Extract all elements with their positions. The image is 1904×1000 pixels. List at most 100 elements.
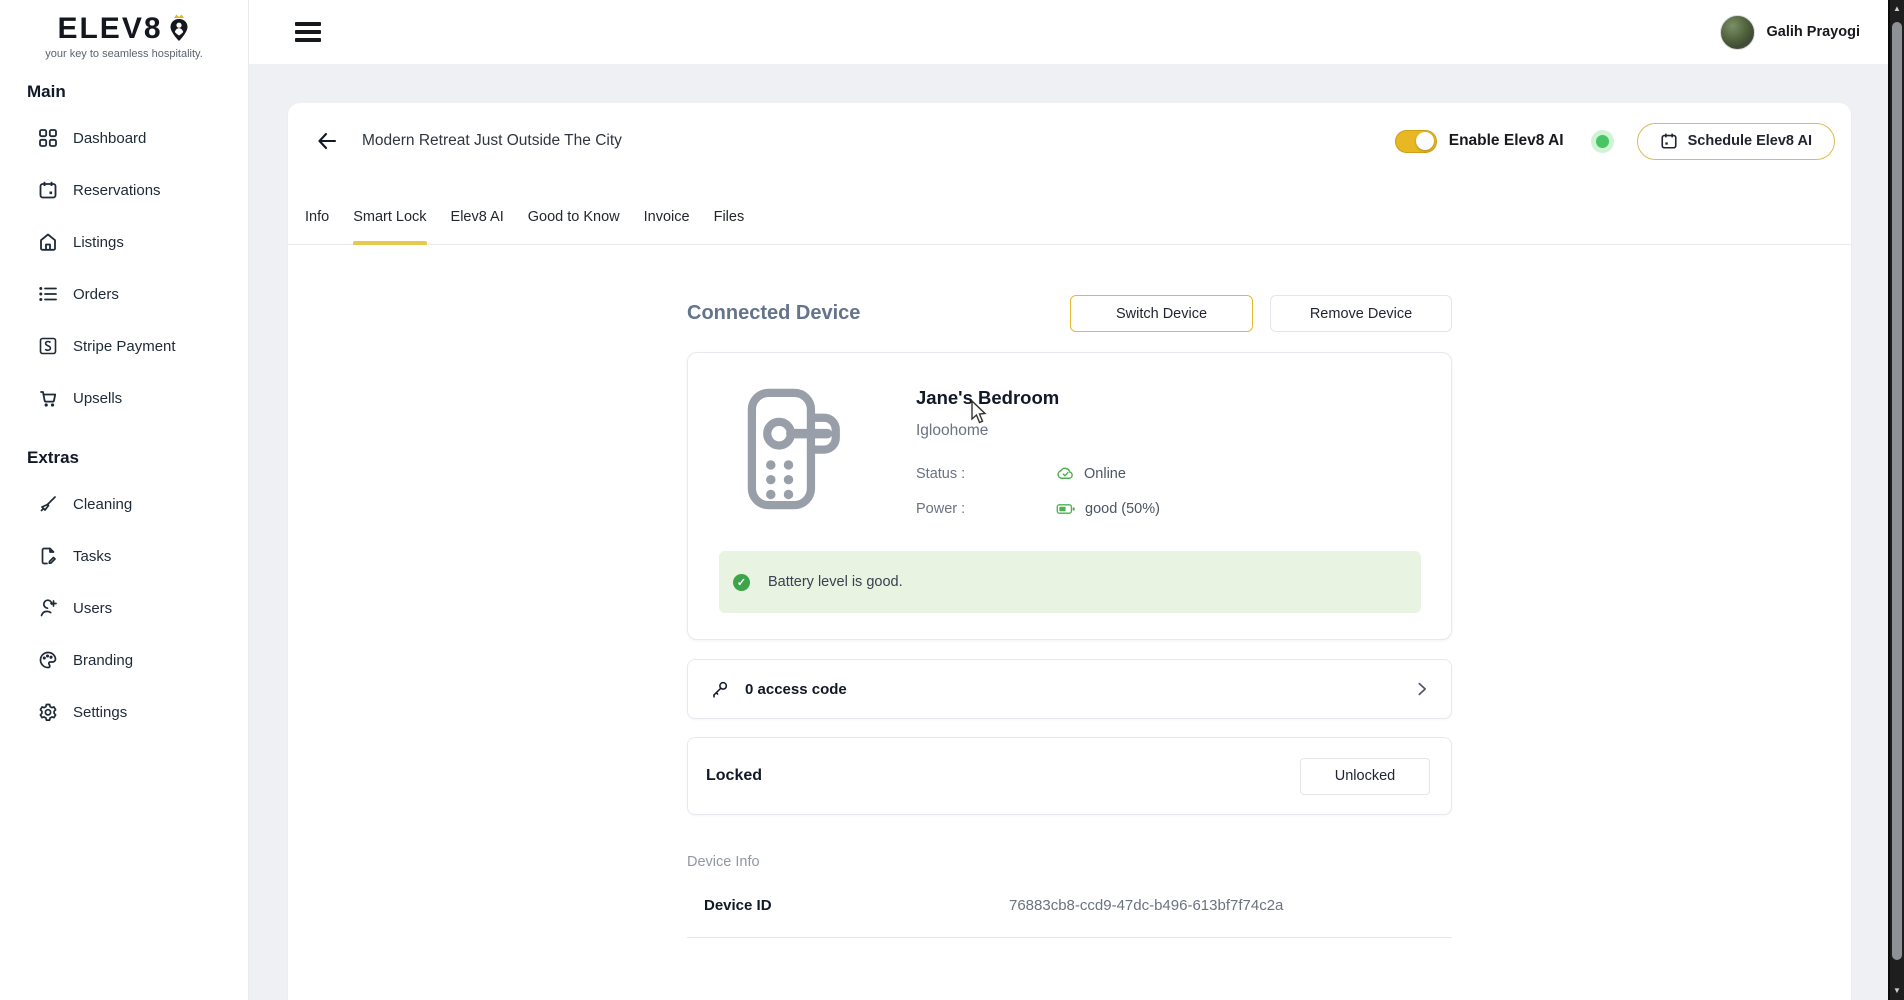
chevron-right-icon (1413, 680, 1431, 698)
switch-device-button[interactable]: Switch Device (1070, 295, 1253, 332)
sidebar-item-label: Listings (73, 234, 124, 251)
home-icon (38, 232, 58, 252)
scrollbar-thumb[interactable] (1892, 22, 1902, 960)
sidebar-item-label: Upsells (73, 390, 122, 407)
schedule-button-label: Schedule Elev8 AI (1688, 133, 1812, 149)
page-title: Modern Retreat Just Outside The City (362, 132, 622, 150)
sidebar-section-main: Main (0, 82, 248, 102)
access-code-row[interactable]: 0 access code (687, 659, 1452, 719)
enable-elev8-ai-toggle[interactable] (1395, 130, 1437, 153)
tab-info[interactable]: Info (305, 209, 329, 244)
smart-lock-section: Connected Device Switch Device Remove De… (687, 295, 1452, 938)
sidebar-item-label: Orders (73, 286, 119, 303)
sidebar-item-dashboard[interactable]: Dashboard (0, 112, 248, 164)
tab-invoice[interactable]: Invoice (644, 209, 690, 244)
sidebar-item-cleaning[interactable]: Cleaning (0, 478, 248, 530)
scrollbar[interactable]: ▲ ▼ (1888, 0, 1904, 1000)
brand-logo[interactable]: ELEV8 your key to seamless hospitality. (0, 0, 248, 60)
sidebar-item-label: Dashboard (73, 130, 146, 147)
check-circle-icon: ✓ (733, 574, 750, 591)
device-status-row: Status : Online (916, 464, 1160, 483)
brand-pin-crown-icon (167, 12, 191, 42)
connected-device-title: Connected Device (687, 302, 860, 325)
user-name[interactable]: Galih Prayogi (1767, 24, 1860, 40)
battery-icon (1056, 501, 1076, 517)
list-icon (38, 284, 58, 304)
battery-status-banner: ✓ Battery level is good. (719, 551, 1421, 613)
tab-smart-lock[interactable]: Smart Lock (353, 209, 426, 244)
page-title-row: Modern Retreat Just Outside The City Ena… (310, 123, 1835, 159)
sidebar-item-reservations[interactable]: Reservations (0, 164, 248, 216)
smart-lock-icon (744, 387, 846, 517)
sidebar-item-label: Users (73, 600, 112, 617)
sidebar-item-tasks[interactable]: Tasks (0, 530, 248, 582)
sidebar-item-upsells[interactable]: Upsells (0, 372, 248, 424)
device-id-row: Device ID 76883cb8-ccd9-47dc-b496-613bf7… (687, 897, 1452, 938)
key-icon (710, 680, 729, 699)
tab-elev8-ai[interactable]: Elev8 AI (451, 209, 504, 244)
sidebar-item-stripe-payment[interactable]: Stripe Payment (0, 320, 248, 372)
stripe-icon (38, 336, 58, 356)
power-value: good (50%) (1085, 501, 1160, 517)
gear-icon (38, 702, 58, 722)
toggle-knob (1416, 132, 1434, 150)
sidebar-item-label: Branding (73, 652, 133, 669)
device-info-section-label: Device Info (687, 854, 1452, 870)
battery-banner-text: Battery level is good. (768, 574, 903, 590)
device-id-label: Device ID (704, 897, 1009, 914)
sidebar-item-label: Stripe Payment (73, 338, 176, 355)
avatar[interactable] (1720, 15, 1755, 50)
brand-name: ELEV8 (57, 12, 162, 46)
lock-state-row: Locked Unlocked (687, 737, 1452, 815)
tab-good-to-know[interactable]: Good to Know (528, 209, 620, 244)
back-button[interactable] (310, 124, 344, 158)
cart-icon (38, 388, 58, 408)
sidebar-item-label: Settings (73, 704, 127, 721)
scroll-up-arrow-icon[interactable]: ▲ (1890, 4, 1904, 14)
sidebar-item-settings[interactable]: Settings (0, 686, 248, 738)
sidebar-item-label: Cleaning (73, 496, 132, 513)
sidebar-item-branding[interactable]: Branding (0, 634, 248, 686)
content-background: Modern Retreat Just Outside The City Ena… (249, 64, 1888, 1000)
broom-icon (38, 494, 58, 514)
title-actions: Enable Elev8 AI Schedule Elev8 AI (1395, 123, 1835, 160)
calendar-icon (1660, 132, 1678, 150)
task-doc-icon (38, 546, 58, 566)
sidebar-item-users[interactable]: Users (0, 582, 248, 634)
status-label: Status : (916, 466, 1056, 482)
access-code-label: 0 access code (745, 681, 847, 698)
sidebar-item-label: Reservations (73, 182, 161, 199)
schedule-elev8-ai-button[interactable]: Schedule Elev8 AI (1637, 123, 1835, 160)
sidebar-item-label: Tasks (73, 548, 111, 565)
tab-files[interactable]: Files (714, 209, 745, 244)
sidebar: ELEV8 your key to seamless hospitality. … (0, 0, 249, 1000)
device-card: Jane's Bedroom Igloohome Status : Online… (687, 352, 1452, 640)
power-label: Power : (916, 501, 1056, 517)
device-id-value: 76883cb8-ccd9-47dc-b496-613bf7f74c2a (1009, 897, 1283, 914)
tab-bar: Info Smart Lock Elev8 AI Good to Know In… (288, 209, 1851, 245)
enable-elev8-ai-label: Enable Elev8 AI (1449, 132, 1564, 150)
topbar: Galih Prayogi (249, 0, 1888, 64)
palette-icon (38, 650, 58, 670)
sidebar-item-orders[interactable]: Orders (0, 268, 248, 320)
lock-state-label: Locked (706, 767, 762, 785)
sidebar-item-listings[interactable]: Listings (0, 216, 248, 268)
sidebar-main-list: Dashboard Reservations Listings Orders S… (0, 112, 248, 424)
sidebar-extras-list: Cleaning Tasks Users Branding Settings (0, 478, 248, 738)
hamburger-menu-icon[interactable] (295, 22, 321, 42)
sidebar-section-extras: Extras (0, 448, 248, 468)
calendar-icon (38, 180, 58, 200)
dashboard-grid-icon (38, 128, 58, 148)
ai-status-dot (1596, 135, 1609, 148)
unlock-button[interactable]: Unlocked (1300, 758, 1430, 795)
remove-device-button[interactable]: Remove Device (1270, 295, 1452, 332)
content-card: Modern Retreat Just Outside The City Ena… (288, 103, 1851, 1000)
connected-device-header: Connected Device Switch Device Remove De… (687, 295, 1452, 332)
device-name: Jane's Bedroom (916, 387, 1160, 409)
scroll-down-arrow-icon[interactable]: ▼ (1890, 986, 1904, 996)
status-value: Online (1084, 466, 1126, 482)
device-info-block: Jane's Bedroom Igloohome Status : Online… (916, 387, 1160, 517)
brand-tagline: your key to seamless hospitality. (0, 48, 248, 60)
device-brand: Igloohome (916, 422, 1160, 440)
device-power-row: Power : good (50%) (916, 501, 1160, 517)
